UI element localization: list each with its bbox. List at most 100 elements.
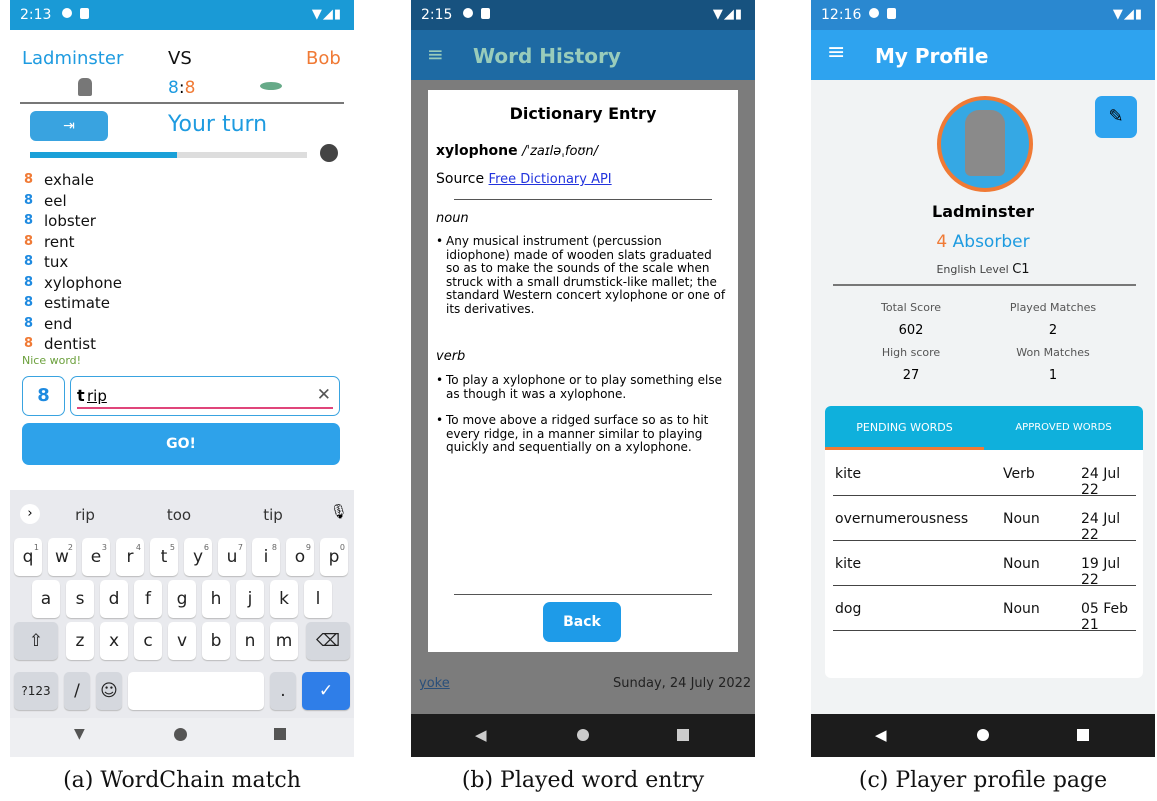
pos-noun: noun <box>436 211 469 226</box>
tab-pending[interactable]: PENDING WORDS <box>825 421 984 434</box>
key-e[interactable]: e3 <box>82 538 110 576</box>
key-i[interactable]: i8 <box>252 538 280 576</box>
table-row[interactable]: kite Verb 24 Jul 22 <box>833 450 1136 498</box>
cell-word: kite <box>835 556 862 572</box>
home-icon[interactable] <box>977 729 989 741</box>
key-o[interactable]: o9 <box>286 538 314 576</box>
key-j[interactable]: j <box>236 580 264 618</box>
input-value[interactable]: rip <box>87 387 107 405</box>
status-time: 2:13 <box>20 7 52 23</box>
vs-label: VS <box>168 48 192 69</box>
key-r[interactable]: r4 <box>116 538 144 576</box>
key-p[interactable]: p0 <box>320 538 348 576</box>
dialog-title: Dictionary Entry <box>509 104 657 123</box>
key-number-hint: 7 <box>237 543 243 552</box>
key-number-hint: 6 <box>203 543 209 552</box>
back-icon[interactable]: ◀ <box>475 726 487 744</box>
played-word: rent <box>44 232 75 251</box>
nav-bar: ◀ <box>411 714 755 757</box>
key-u[interactable]: u7 <box>218 538 246 576</box>
played-word-screen: 2:15 ▼◢▮ ≡ Word History yoke Sunday, 24 … <box>411 0 755 757</box>
recents-icon[interactable] <box>677 729 689 741</box>
key-d[interactable]: d <box>100 580 128 618</box>
clear-icon[interactable]: ✕ <box>317 385 331 405</box>
home-icon[interactable] <box>577 729 589 741</box>
menu-icon[interactable]: ≡ <box>427 42 444 66</box>
key-m[interactable]: m <box>270 622 298 660</box>
shift-key[interactable]: ⇧ <box>14 622 58 660</box>
mic-icon[interactable]: 🎙 <box>330 504 348 520</box>
key-y[interactable]: y6 <box>184 538 212 576</box>
key-number-hint: 1 <box>33 543 39 552</box>
recents-icon[interactable] <box>1077 729 1089 741</box>
recents-icon[interactable] <box>274 728 286 740</box>
word-input[interactable]: t rip ✕ <box>70 376 340 416</box>
key-b[interactable]: b <box>202 622 230 660</box>
chain-button[interactable]: 8 <box>22 376 65 416</box>
key-letter: a <box>40 589 52 609</box>
key-letter: s <box>75 589 85 609</box>
enter-key[interactable]: ✓ <box>302 672 350 710</box>
symbols-key[interactable]: ?123 <box>14 672 58 710</box>
status-time: 2:15 <box>421 7 453 23</box>
key-k[interactable]: k <box>270 580 298 618</box>
chain-icon: 8 <box>24 172 34 187</box>
key-letter: n <box>244 631 256 651</box>
suggestion-chip[interactable]: too <box>149 506 209 524</box>
home-icon[interactable] <box>174 728 187 741</box>
won-label: Won Matches <box>1016 346 1090 359</box>
emoji-key[interactable]: ☺ <box>96 672 122 710</box>
space-key[interactable] <box>128 672 264 710</box>
period-key[interactable]: . <box>270 672 296 710</box>
profile-screen: 12:16 ▼◢▮ ≡ My Profile ✎ Ladminster 4 Ab… <box>811 0 1155 757</box>
key-g[interactable]: g <box>168 580 196 618</box>
cell-type: Verb <box>1003 466 1035 482</box>
sdcard-icon <box>887 8 896 19</box>
key-h[interactable]: h <box>202 580 230 618</box>
key-q[interactable]: q1 <box>14 538 42 576</box>
key-z[interactable]: z <box>66 622 94 660</box>
key-a[interactable]: a <box>32 580 60 618</box>
key-letter: o <box>294 547 306 567</box>
expand-suggestions-icon[interactable]: › <box>20 504 40 524</box>
backspace-icon[interactable]: ⌫ <box>306 622 350 660</box>
slash-key[interactable]: / <box>64 672 90 710</box>
key-w[interactable]: w2 <box>48 538 76 576</box>
history-word[interactable]: yoke <box>419 676 450 691</box>
key-t[interactable]: t5 <box>150 538 178 576</box>
ufo-icon <box>260 82 282 90</box>
key-f[interactable]: f <box>134 580 162 618</box>
tab-bar: PENDING WORDS APPROVED WORDS <box>825 406 1143 450</box>
key-n[interactable]: n <box>236 622 264 660</box>
back-icon[interactable]: ▼ <box>74 726 85 742</box>
key-v[interactable]: v <box>168 622 196 660</box>
menu-icon[interactable]: ≡ <box>827 40 845 65</box>
suggestion-chip[interactable]: rip <box>55 506 115 524</box>
suggestion-chip[interactable]: tip <box>243 506 303 524</box>
go-button[interactable]: GO! <box>22 423 340 465</box>
key-l[interactable]: l <box>304 580 332 618</box>
table-row[interactable]: kite Noun 19 Jul 22 <box>833 540 1136 588</box>
back-button[interactable]: Back <box>543 602 621 642</box>
key-letter: q <box>22 547 34 567</box>
player-level: 4 Absorber <box>811 232 1155 252</box>
key-s[interactable]: s <box>66 580 94 618</box>
key-letter: j <box>247 589 253 609</box>
chain-icon: 8 <box>24 192 34 208</box>
tab-approved[interactable]: APPROVED WORDS <box>984 422 1143 433</box>
key-letter: i <box>263 547 269 567</box>
key-x[interactable]: x <box>100 622 128 660</box>
profile-body: ✎ Ladminster 4 Absorber English Level C1… <box>811 80 1155 714</box>
definition-3-text: To move above a ridged surface so as to … <box>446 413 709 454</box>
table-row[interactable]: overnumerousness Noun 24 Jul 22 <box>833 495 1136 543</box>
timer-bar <box>30 152 307 158</box>
edit-icon[interactable]: ✎ <box>1095 96 1137 138</box>
exit-button[interactable]: ⇥ <box>30 111 108 141</box>
back-icon[interactable]: ◀ <box>875 726 887 744</box>
key-c[interactable]: c <box>134 622 162 660</box>
source-line: Source Free Dictionary API <box>436 171 612 187</box>
keyboard: › rip too tip 🎙 q1w2e3r4t5y6u7i8o9p0asdfgh… <box>10 490 354 718</box>
table-row[interactable]: dog Noun 05 Feb 21 <box>833 585 1136 633</box>
status-time: 12:16 <box>821 7 862 23</box>
source-link[interactable]: Free Dictionary API <box>489 172 612 187</box>
